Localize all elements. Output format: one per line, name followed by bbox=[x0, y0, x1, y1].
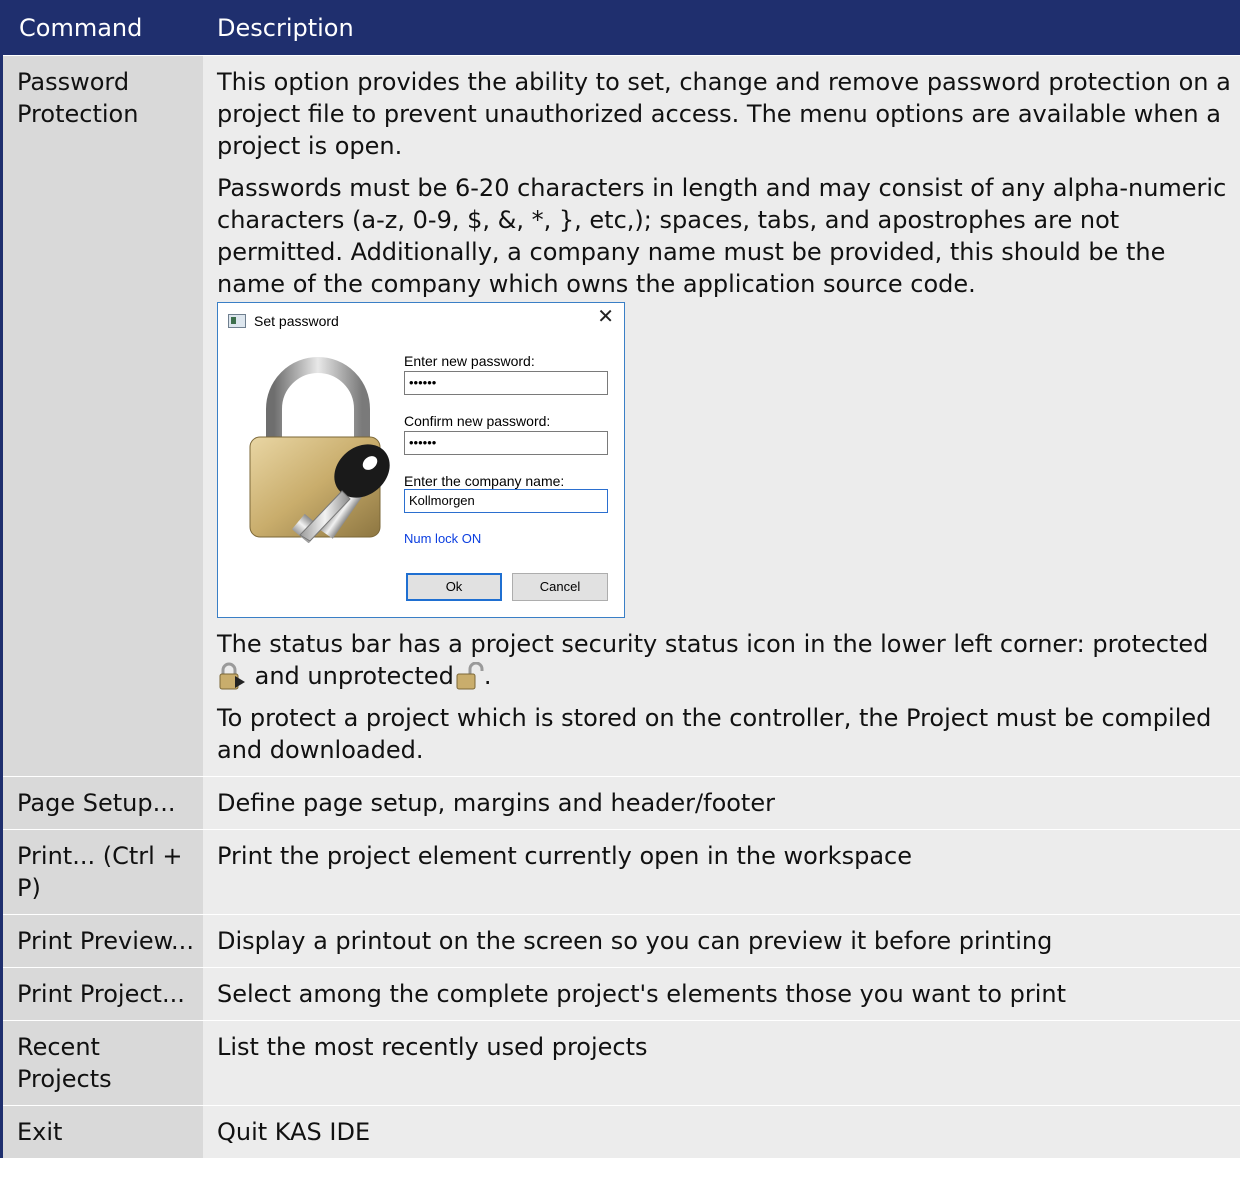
command-cell: Page Setup... bbox=[3, 777, 203, 829]
app-icon bbox=[228, 314, 246, 328]
numlock-status: Num lock ON bbox=[404, 531, 482, 546]
text: The status bar has a project security st… bbox=[217, 630, 1209, 658]
close-icon[interactable]: ✕ bbox=[597, 307, 614, 327]
table-header: Command Description bbox=[3, 0, 1240, 55]
description-cell: List the most recently used projects bbox=[203, 1021, 1240, 1105]
description-cell: Define page setup, margins and header/fo… bbox=[203, 777, 1240, 829]
table-row: Exit Quit KAS IDE bbox=[3, 1105, 1240, 1158]
table-row: Print... (Ctrl + P) Print the project el… bbox=[3, 829, 1240, 914]
command-cell: Print... (Ctrl + P) bbox=[3, 830, 203, 914]
table-row: Password Protection This option provides… bbox=[3, 55, 1240, 776]
paragraph: The status bar has a project security st… bbox=[217, 628, 1234, 692]
table-row: Print Project... Select among the comple… bbox=[3, 967, 1240, 1020]
command-table: Command Description Password Protection … bbox=[0, 0, 1240, 1158]
company-name-field[interactable]: Kollmorgen bbox=[404, 489, 608, 513]
description-cell: Print the project element currently open… bbox=[203, 830, 1240, 914]
paragraph: Passwords must be 6-20 characters in len… bbox=[217, 174, 1227, 298]
new-password-field[interactable]: •••••• bbox=[404, 371, 608, 395]
ok-button[interactable]: Ok bbox=[406, 573, 502, 601]
confirm-password-field[interactable]: •••••• bbox=[404, 431, 608, 455]
command-cell: Print Project... bbox=[3, 968, 203, 1020]
text: and unprotected bbox=[247, 662, 454, 690]
command-cell: Print Preview... bbox=[3, 915, 203, 967]
description-cell: Quit KAS IDE bbox=[203, 1106, 1240, 1158]
paragraph: To protect a project which is stored on … bbox=[217, 704, 1212, 764]
table-row: Print Preview... Display a printout on t… bbox=[3, 914, 1240, 967]
header-command: Command bbox=[19, 13, 143, 42]
set-password-dialog: Set password ✕ Enter new password: •••••… bbox=[217, 302, 625, 618]
table-row: Recent Projects List the most recently u… bbox=[3, 1020, 1240, 1105]
description-password-protection: This option provides the ability to set,… bbox=[203, 56, 1240, 776]
description-cell: Select among the complete project's elem… bbox=[203, 968, 1240, 1020]
cancel-button[interactable]: Cancel bbox=[512, 573, 608, 601]
text: . bbox=[483, 662, 492, 690]
lock-icon bbox=[249, 357, 390, 543]
command-password-protection: Password Protection bbox=[3, 56, 203, 776]
header-description: Description bbox=[217, 13, 354, 42]
command-cell: Recent Projects bbox=[3, 1021, 203, 1105]
unprotected-lock-icon bbox=[456, 662, 484, 690]
command-cell: Exit bbox=[3, 1106, 203, 1158]
description-cell: Display a printout on the screen so you … bbox=[203, 915, 1240, 967]
protected-lock-icon bbox=[219, 662, 245, 690]
dialog-titlebar: Set password bbox=[228, 311, 339, 331]
dialog-title: Set password bbox=[254, 313, 339, 329]
table-row: Page Setup... Define page setup, margins… bbox=[3, 776, 1240, 829]
paragraph: This option provides the ability to set,… bbox=[217, 68, 1231, 160]
